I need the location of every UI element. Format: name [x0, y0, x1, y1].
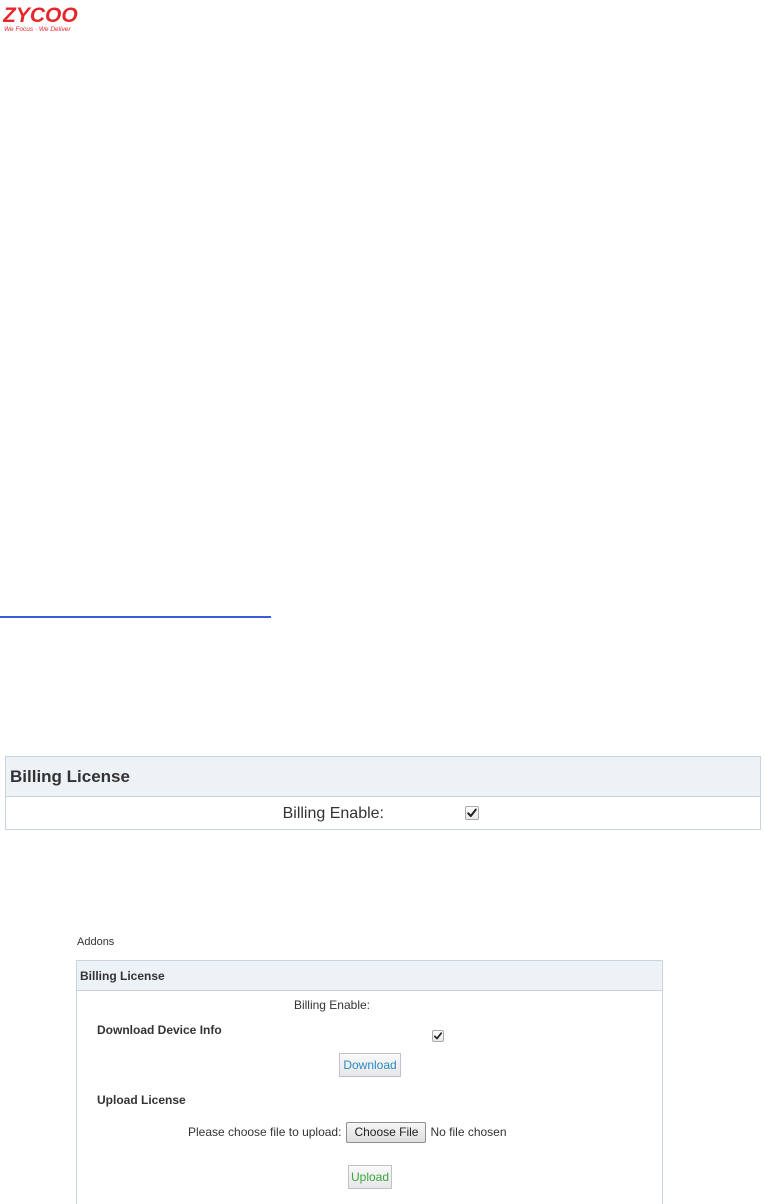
upload-button[interactable]: Upload	[348, 1165, 392, 1189]
addons-billing-panel: Billing License Billing Enable: Download…	[76, 960, 663, 1204]
billing-license-header: Billing License	[6, 757, 760, 797]
billing-enable-label: Billing Enable:	[282, 805, 384, 822]
download-button[interactable]: Download	[339, 1053, 401, 1077]
billing-enable-row: Billing Enable:	[6, 797, 760, 830]
hyperlink-underline[interactable]	[0, 616, 271, 618]
addons-billing-enable-label: Billing Enable:	[293, 998, 370, 1012]
checkmark-icon	[467, 808, 477, 817]
choose-file-button[interactable]: Choose File	[346, 1121, 427, 1143]
billing-enable-checkbox[interactable]	[465, 806, 479, 820]
upload-prompt: Please choose file to upload:	[188, 1125, 342, 1139]
billing-license-panel: Billing License Billing Enable:	[5, 756, 761, 830]
upload-file-row: Please choose file to upload: Choose Fil…	[188, 1121, 507, 1143]
addons-caption: Addons	[77, 936, 115, 948]
zycoo-logo: ZYCOO We Focus · We Deliver	[3, 3, 83, 33]
no-file-chosen-text: No file chosen	[430, 1125, 507, 1139]
download-device-info-title: Download Device Info	[97, 1023, 222, 1037]
addons-billing-enable-checkbox[interactable]	[432, 1030, 444, 1042]
upload-license-title: Upload License	[97, 1093, 186, 1107]
checkmark-icon	[433, 1032, 443, 1040]
logo-tagline: We Focus · We Deliver	[4, 26, 71, 33]
logo-wordmark: ZYCOO	[3, 4, 78, 27]
addons-billing-header: Billing License	[77, 961, 662, 991]
